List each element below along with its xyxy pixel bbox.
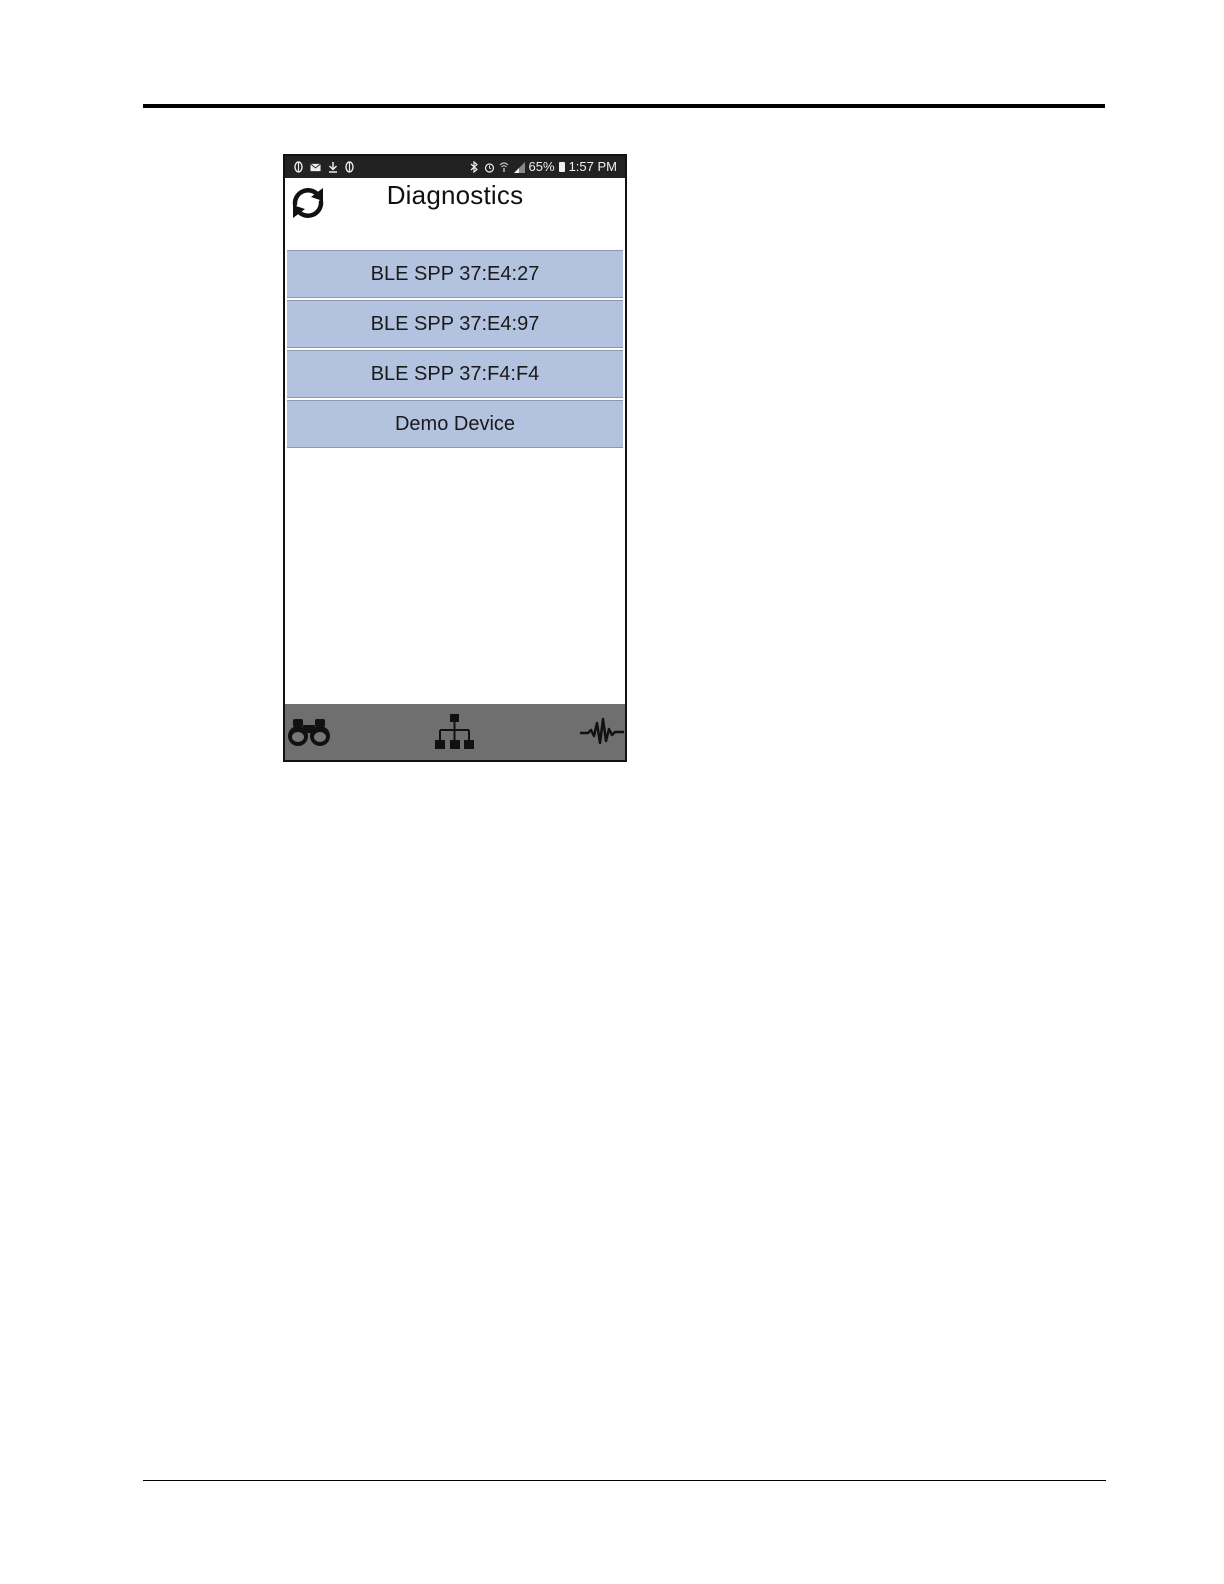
- device-item-ble-spp-37-f4-f4[interactable]: BLE SPP 37:F4:F4: [287, 350, 623, 398]
- binoculars-icon[interactable]: [285, 704, 333, 760]
- status-right-icons: 65% 1:57 PM: [469, 156, 617, 178]
- page-top-rule: [143, 104, 1105, 108]
- device-label: BLE SPP 37:E4:97: [370, 312, 540, 335]
- bluetooth-icon: [469, 160, 480, 174]
- wifi-icon: [499, 160, 510, 174]
- battery-icon: [558, 162, 565, 172]
- device-label: Demo Device: [394, 412, 516, 435]
- status-left-icons: [293, 156, 355, 178]
- mail-icon: [310, 160, 321, 174]
- app-header: Diagnostics: [285, 178, 625, 250]
- device-list: BLE SPP 37:E4:27 BLE SPP 37:E4:97 BLE SP…: [285, 250, 625, 450]
- device-label: BLE SPP 37:E4:27: [370, 262, 540, 285]
- page-title: Diagnostics: [386, 180, 524, 210]
- notification-icon: [293, 160, 304, 174]
- waveform-icon[interactable]: [579, 704, 625, 760]
- hierarchy-icon[interactable]: [433, 704, 477, 760]
- signal-icon: [513, 160, 525, 174]
- notification-icon: [344, 160, 355, 174]
- download-icon: [327, 160, 338, 174]
- phone-screenshot: 65% 1:57 PM Diagnostics BLE SPP 37:E4:27…: [283, 154, 627, 762]
- status-time: 1:57 PM: [568, 159, 617, 174]
- alarm-icon: [484, 160, 495, 174]
- device-label: BLE SPP 37:F4:F4: [370, 362, 540, 385]
- battery-percent: 65%: [528, 159, 555, 174]
- status-bar: 65% 1:57 PM: [285, 156, 625, 178]
- bottom-nav: [285, 704, 625, 760]
- refresh-icon[interactable]: [287, 182, 329, 224]
- page-bottom-rule: [143, 1480, 1106, 1481]
- device-item-ble-spp-37-e4-97[interactable]: BLE SPP 37:E4:97: [287, 300, 623, 348]
- device-item-ble-spp-37-e4-27[interactable]: BLE SPP 37:E4:27: [287, 250, 623, 298]
- device-item-demo-device[interactable]: Demo Device: [287, 400, 623, 448]
